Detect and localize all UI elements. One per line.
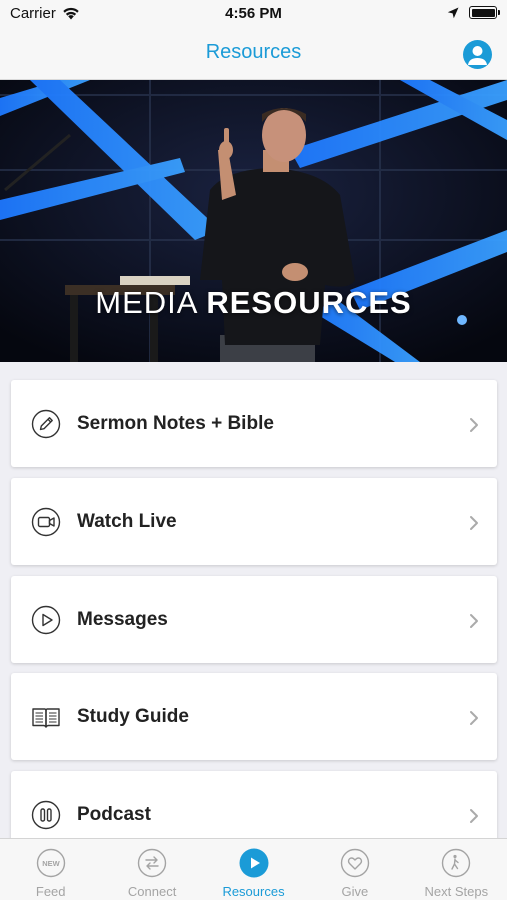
video-camera-icon bbox=[31, 507, 61, 537]
location-arrow-icon bbox=[447, 7, 459, 18]
walker-icon bbox=[442, 848, 471, 878]
profile-button[interactable] bbox=[463, 40, 492, 69]
list-item-label: Watch Live bbox=[77, 511, 177, 532]
media-resources-banner: MEDIA RESOURCES bbox=[0, 80, 507, 362]
tab-label: Feed bbox=[35, 884, 66, 899]
chevron-right-icon bbox=[470, 809, 478, 823]
tab-next-steps[interactable]: Next Steps bbox=[406, 839, 507, 900]
hero-title-bold: RESOURCES bbox=[206, 285, 412, 320]
list-item-label: Sermon Notes + Bible bbox=[77, 413, 274, 434]
user-icon bbox=[468, 46, 487, 65]
hero-title-light: MEDIA bbox=[95, 285, 197, 320]
list-item-watch-live[interactable]: Watch Live bbox=[11, 478, 497, 565]
heart-icon bbox=[340, 848, 370, 878]
new-badge-icon: NEW bbox=[36, 848, 65, 878]
status-bar: Carrier 4:56 PM bbox=[0, 0, 507, 28]
chevron-right-icon bbox=[470, 418, 478, 432]
tab-give[interactable]: Give bbox=[304, 839, 405, 900]
tab-bar: NEW Feed Connect Resources Give Next Ste… bbox=[0, 838, 507, 900]
play-icon bbox=[31, 605, 61, 635]
chevron-right-icon bbox=[470, 516, 478, 530]
book-icon bbox=[32, 708, 60, 728]
list-item-study-guide[interactable]: Study Guide bbox=[11, 673, 497, 760]
chevron-right-icon bbox=[470, 614, 478, 628]
tab-feed[interactable]: NEW Feed bbox=[0, 839, 101, 900]
pencil-icon bbox=[31, 409, 61, 439]
battery-icon bbox=[469, 6, 500, 19]
tab-label: Resources bbox=[222, 884, 285, 899]
tab-label: Give bbox=[341, 884, 369, 899]
hero-title: MEDIA RESOURCES bbox=[0, 285, 507, 321]
list-item-label: Messages bbox=[77, 609, 168, 630]
page-title: Resources bbox=[205, 41, 302, 63]
play-circle-icon bbox=[239, 848, 269, 878]
list-item-label: Study Guide bbox=[77, 706, 189, 727]
list-item-sermon-notes[interactable]: Sermon Notes + Bible bbox=[11, 380, 497, 467]
chevron-right-icon bbox=[470, 711, 478, 725]
list-item-label: Podcast bbox=[77, 804, 151, 825]
tab-label: Next Steps bbox=[424, 884, 489, 899]
navigation-bar: Resources bbox=[0, 28, 507, 80]
clock: 4:56 PM bbox=[225, 5, 282, 22]
tab-connect[interactable]: Connect bbox=[101, 839, 202, 900]
feed-badge-text: NEW bbox=[42, 859, 60, 868]
tab-label: Connect bbox=[127, 884, 177, 899]
list-item-messages[interactable]: Messages bbox=[11, 576, 497, 663]
pause-icon bbox=[31, 800, 61, 830]
arrows-icon bbox=[137, 848, 167, 878]
tab-resources[interactable]: Resources bbox=[203, 839, 304, 900]
